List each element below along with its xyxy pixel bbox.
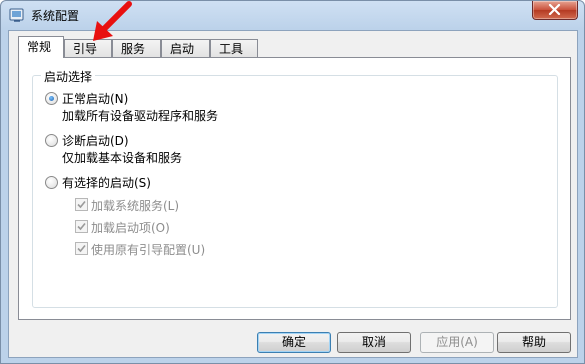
- system-config-window: 系统配置 常规 引导 服务 启动 工具 启动选择 正常启动(N) 加载所有设备驱…: [0, 0, 585, 364]
- diagnostic-startup-description: 仅加载基本设备和服务: [62, 151, 183, 165]
- startup-selection-group: 启动选择 正常启动(N) 加载所有设备驱动程序和服务 诊断启动(D) 仅加载基本…: [32, 68, 558, 308]
- diagnostic-startup-label: 诊断启动(D): [62, 134, 129, 148]
- close-button[interactable]: [532, 1, 578, 20]
- checkmark-icon: [77, 200, 86, 209]
- general-tab-panel: 启动选择 正常启动(N) 加载所有设备驱动程序和服务 诊断启动(D) 仅加载基本…: [18, 57, 571, 320]
- window-title: 系统配置: [31, 9, 80, 23]
- use-original-boot-config-label: 使用原有引导配置(U): [91, 243, 206, 257]
- msconfig-app-icon: [9, 8, 24, 22]
- tab-tools[interactable]: 工具: [210, 39, 258, 57]
- normal-startup-description: 加载所有设备驱动程序和服务: [62, 109, 219, 123]
- startup-selection-label: 启动选择: [41, 68, 96, 85]
- tab-general-label: 常规: [27, 40, 52, 54]
- selective-startup-radio[interactable]: [45, 176, 58, 189]
- load-system-services-checkbox[interactable]: [75, 198, 88, 211]
- load-startup-items-checkbox[interactable]: [75, 220, 88, 233]
- ok-button[interactable]: 确定: [257, 332, 331, 353]
- tab-general[interactable]: 常规: [18, 36, 64, 58]
- load-startup-items-label: 加载启动项(O): [91, 221, 170, 235]
- diagnostic-startup-radio[interactable]: [45, 134, 58, 147]
- apply-button[interactable]: 应用(A): [420, 332, 494, 353]
- close-icon: [548, 4, 561, 15]
- selective-startup-label: 有选择的启动(S): [62, 176, 151, 190]
- cancel-button[interactable]: 取消: [337, 332, 411, 353]
- normal-startup-radio[interactable]: [45, 92, 58, 105]
- tab-startup-label: 启动: [170, 42, 195, 56]
- checkmark-icon: [77, 244, 86, 253]
- checkmark-icon: [77, 222, 86, 231]
- red-arrow-annotation-icon: [93, 1, 132, 41]
- tab-tools-label: 工具: [219, 42, 244, 56]
- use-original-boot-config-checkbox[interactable]: [75, 242, 88, 255]
- dialog-client-area: 常规 引导 服务 启动 工具 启动选择 正常启动(N) 加载所有设备驱动程序和服…: [8, 30, 578, 358]
- help-button[interactable]: 帮助: [497, 332, 571, 353]
- normal-startup-label: 正常启动(N): [62, 92, 129, 106]
- tab-startup[interactable]: 启动: [161, 39, 210, 57]
- load-system-services-label: 加载系统服务(L): [91, 199, 180, 213]
